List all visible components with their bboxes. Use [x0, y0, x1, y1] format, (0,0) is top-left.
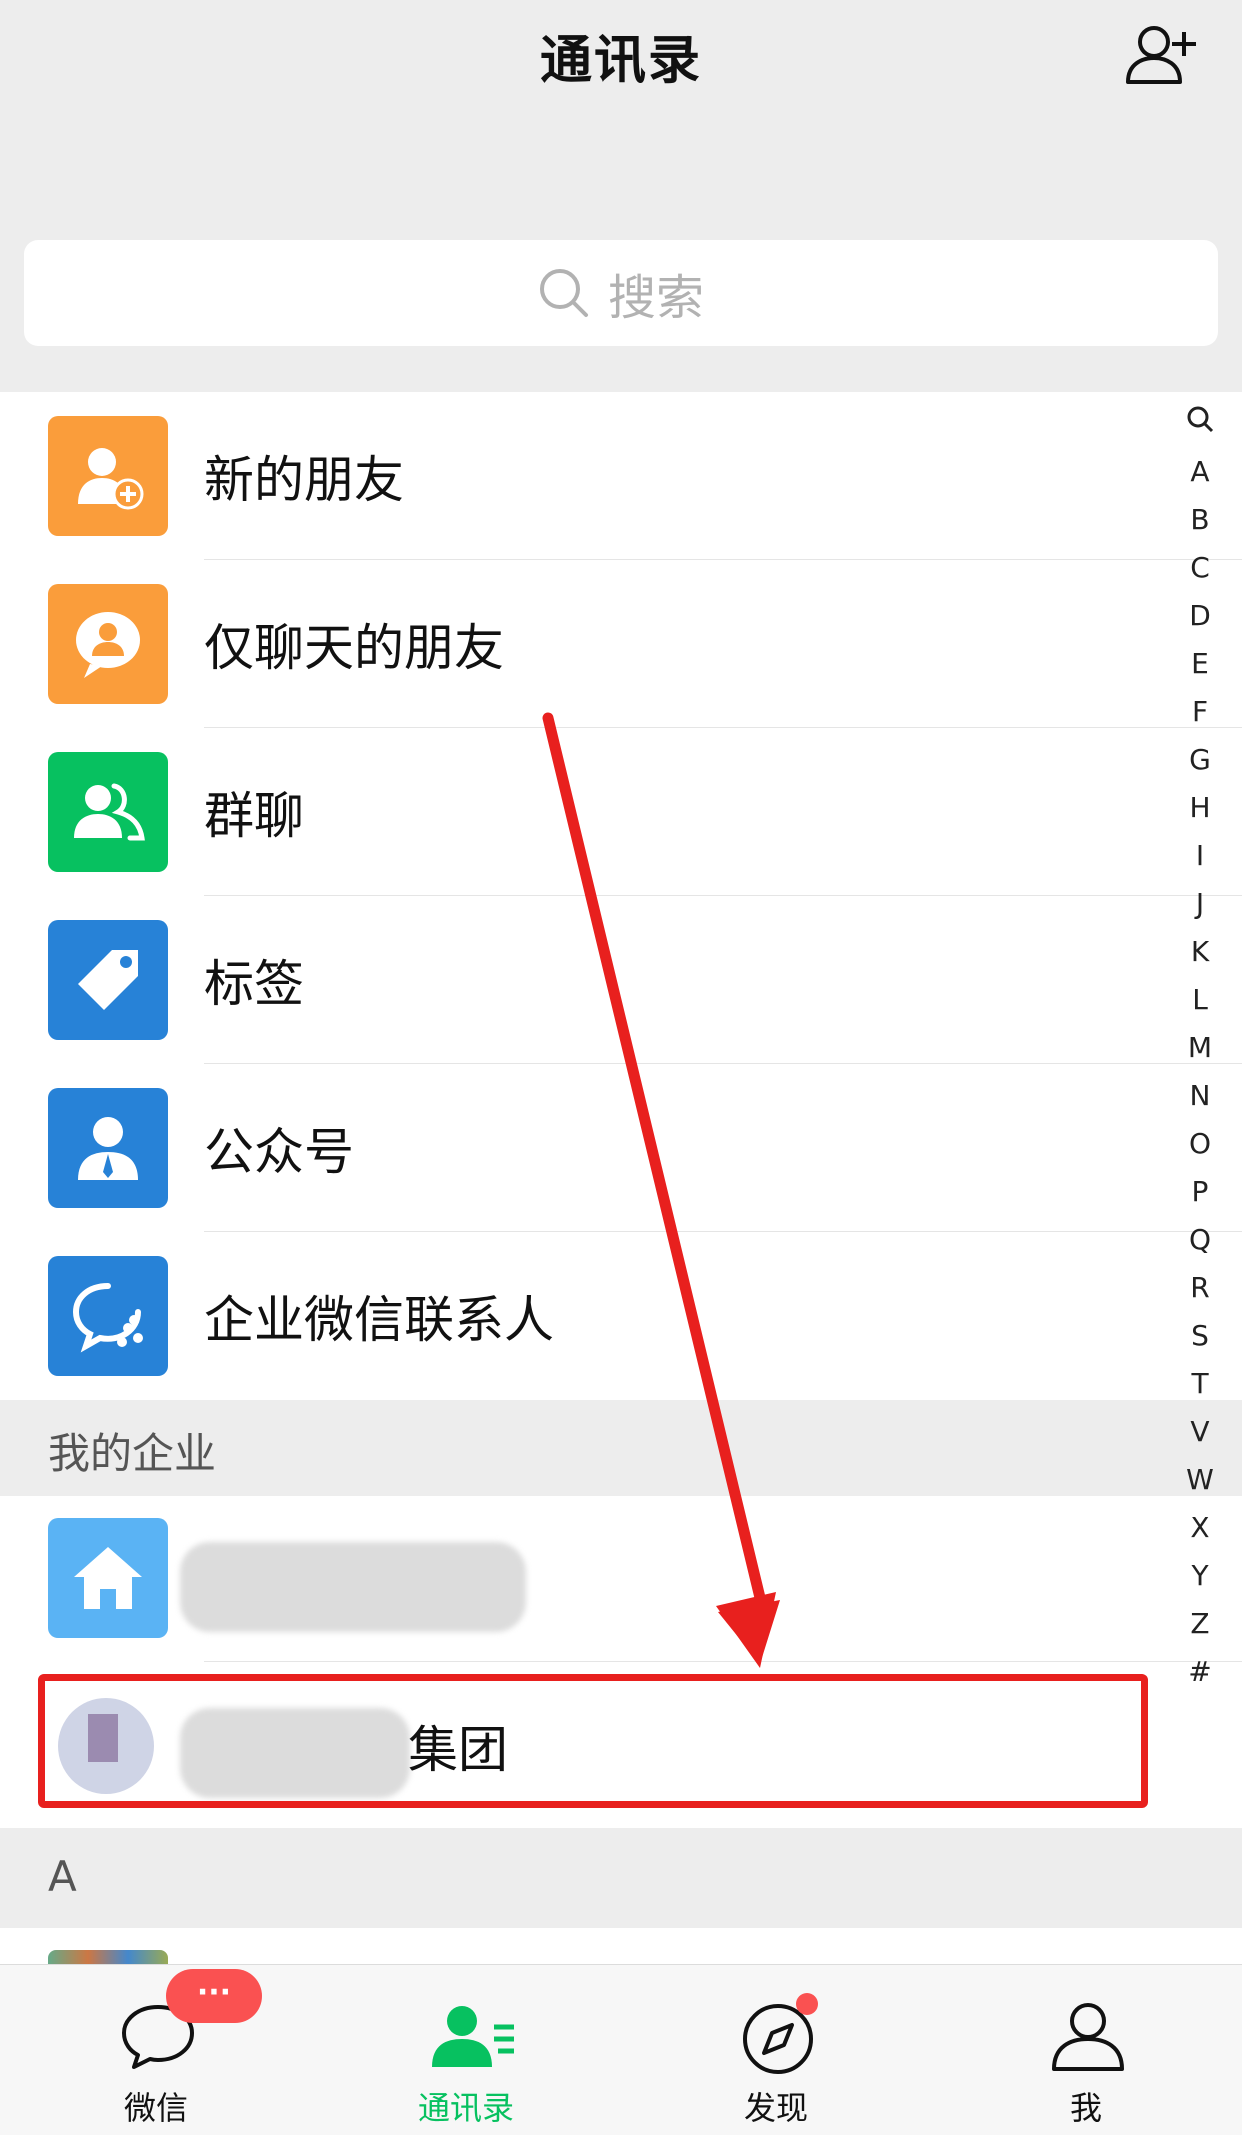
- index-letter[interactable]: A: [1172, 448, 1228, 496]
- index-letter[interactable]: T: [1172, 1360, 1228, 1408]
- wecom-contacts-label: 企业微信联系人: [204, 1291, 554, 1349]
- index-letter[interactable]: #: [1172, 1648, 1228, 1696]
- chat-only-friends-icon: [48, 584, 168, 704]
- tab-label: 我: [1069, 2089, 1102, 2127]
- index-letter[interactable]: S: [1172, 1312, 1228, 1360]
- contacts-list: 新的朋友 仅聊天的朋友 群聊 标签 公众号 企业微信联系人: [0, 392, 1242, 1400]
- group-chat-icon: [48, 752, 168, 872]
- official-account-icon: [48, 1088, 168, 1208]
- row-wecom-contacts[interactable]: 企业微信联系人: [0, 1232, 1242, 1400]
- section-letter: A: [48, 1852, 77, 1901]
- search-placeholder: 搜索: [607, 270, 704, 326]
- enterprise-item[interactable]: [0, 1496, 1242, 1662]
- index-letter[interactable]: V: [1172, 1408, 1228, 1456]
- index-letter[interactable]: Y: [1172, 1552, 1228, 1600]
- index-letter[interactable]: R: [1172, 1264, 1228, 1312]
- tab-me[interactable]: 我: [986, 1965, 1186, 2135]
- row-chat-only-friends[interactable]: 仅聊天的朋友: [0, 560, 1242, 728]
- index-letter[interactable]: J: [1172, 880, 1228, 928]
- page-title: 通讯录: [539, 31, 702, 91]
- row-new-friends[interactable]: 新的朋友: [0, 392, 1242, 560]
- section-header-enterprise: 我的企业: [0, 1400, 1242, 1496]
- official-accounts-label: 公众号: [204, 1123, 354, 1181]
- person-icon: [1052, 2003, 1124, 2071]
- contact-row-partial[interactable]: [0, 1928, 1242, 1968]
- tab-chats[interactable]: ··· 微信: [56, 1965, 262, 2135]
- top-bar: 通讯录: [0, 0, 1242, 238]
- new-friends-label: 新的朋友: [204, 451, 404, 509]
- tab-label: 发现: [743, 2089, 808, 2127]
- wecom-contacts-icon: [48, 1256, 168, 1376]
- section-header-a: A: [0, 1832, 1242, 1928]
- index-letter[interactable]: F: [1172, 688, 1228, 736]
- index-search-icon[interactable]: [1172, 400, 1228, 448]
- new-content-dot: [796, 1993, 818, 2015]
- add-friend-icon[interactable]: [1124, 22, 1198, 86]
- index-letter[interactable]: Q: [1172, 1216, 1228, 1264]
- chat-only-friends-label: 仅聊天的朋友: [204, 619, 504, 677]
- index-letter[interactable]: W: [1172, 1456, 1228, 1504]
- row-group-chat[interactable]: 群聊: [0, 728, 1242, 896]
- search-bar[interactable]: 搜索: [24, 240, 1218, 346]
- index-letter[interactable]: L: [1172, 976, 1228, 1024]
- new-friends-icon: [48, 416, 168, 536]
- index-letter[interactable]: B: [1172, 496, 1228, 544]
- tags-label: 标签: [204, 955, 304, 1013]
- contacts-icon: [432, 2006, 514, 2067]
- tab-contacts[interactable]: 通讯录: [366, 1965, 566, 2135]
- index-letter[interactable]: E: [1172, 640, 1228, 688]
- index-letter[interactable]: G: [1172, 736, 1228, 784]
- index-letter[interactable]: M: [1172, 1024, 1228, 1072]
- index-letter[interactable]: O: [1172, 1120, 1228, 1168]
- index-letter[interactable]: H: [1172, 784, 1228, 832]
- search-icon: [539, 269, 588, 317]
- alphabet-index[interactable]: A B C D E F G H I J K L M N O P Q R S T V W X Y Z #: [1172, 400, 1228, 1696]
- home-icon: [48, 1518, 168, 1638]
- tab-bar: ··· 微信 通讯录 发现 我: [0, 1964, 1242, 2135]
- index-letter[interactable]: C: [1172, 544, 1228, 592]
- section-label: 我的企业: [48, 1429, 217, 1478]
- index-letter[interactable]: D: [1172, 592, 1228, 640]
- tab-discover[interactable]: 发现: [676, 1965, 876, 2135]
- index-letter[interactable]: X: [1172, 1504, 1228, 1552]
- index-letter[interactable]: P: [1172, 1168, 1228, 1216]
- index-letter[interactable]: Z: [1172, 1600, 1228, 1648]
- annotation-highlight-box: [38, 1674, 1148, 1808]
- unread-badge: ···: [166, 1969, 262, 2023]
- tab-label: 通讯录: [417, 2089, 514, 2127]
- tab-label: 微信: [123, 2089, 188, 2127]
- row-official-accounts[interactable]: 公众号: [0, 1064, 1242, 1232]
- index-letter[interactable]: K: [1172, 928, 1228, 976]
- row-tags[interactable]: 标签: [0, 896, 1242, 1064]
- group-chat-label: 群聊: [204, 787, 304, 845]
- blurred-name: [180, 1542, 526, 1632]
- index-letter[interactable]: I: [1172, 832, 1228, 880]
- index-letter[interactable]: N: [1172, 1072, 1228, 1120]
- tag-icon: [48, 920, 168, 1040]
